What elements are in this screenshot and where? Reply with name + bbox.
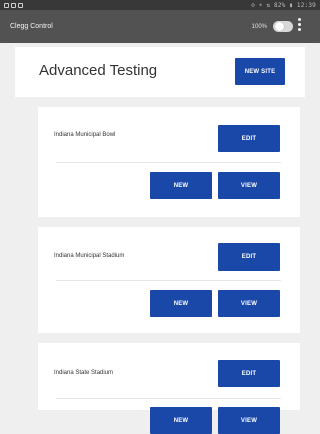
card-divider: [56, 398, 281, 399]
zoom-level: 100%: [251, 23, 267, 30]
new-button[interactable]: NEW: [150, 172, 212, 199]
status-bar: ⊘ ☀ ⇅ 82% ▮ 12:39: [0, 0, 320, 10]
notification-icons: [4, 2, 23, 8]
view-button[interactable]: VIEW: [218, 172, 280, 199]
card-divider: [56, 280, 281, 281]
notification-icon: [4, 2, 9, 8]
view-button[interactable]: VIEW: [218, 290, 280, 317]
site-name: Indiana State Stadium: [54, 370, 114, 376]
page-title: Advanced Testing: [39, 62, 158, 79]
notification-icon: [18, 2, 23, 8]
site-name: Indiana Municipal Stadium: [54, 253, 125, 259]
site-card: Indiana Municipal Stadium EDIT NEW VIEW: [38, 227, 300, 333]
edit-button[interactable]: EDIT: [218, 360, 280, 387]
notification-icon: [11, 2, 16, 8]
edit-button[interactable]: EDIT: [218, 125, 280, 152]
site-name: Indiana Municipal Bowl: [54, 132, 116, 138]
header-panel: Advanced Testing NEW SITE: [15, 47, 305, 97]
app-title: Clegg Control: [10, 23, 53, 30]
site-card: Indiana State Stadium EDIT NEW VIEW: [38, 343, 300, 434]
view-button[interactable]: VIEW: [218, 407, 280, 434]
site-card: Indiana Municipal Bowl EDIT NEW VIEW: [38, 107, 300, 217]
app-bar: Clegg Control 100%: [0, 10, 320, 43]
new-site-button[interactable]: NEW SITE: [235, 58, 285, 85]
new-button[interactable]: NEW: [150, 290, 212, 317]
edit-button[interactable]: EDIT: [218, 243, 280, 271]
toggle-knob: [275, 22, 284, 31]
more-options-icon[interactable]: [298, 18, 301, 31]
toggle-switch[interactable]: [273, 21, 293, 32]
status-bar-info: ⊘ ☀ ⇅ 82% ▮ 12:39: [251, 1, 316, 9]
new-button[interactable]: NEW: [150, 407, 212, 434]
card-divider: [56, 162, 281, 163]
